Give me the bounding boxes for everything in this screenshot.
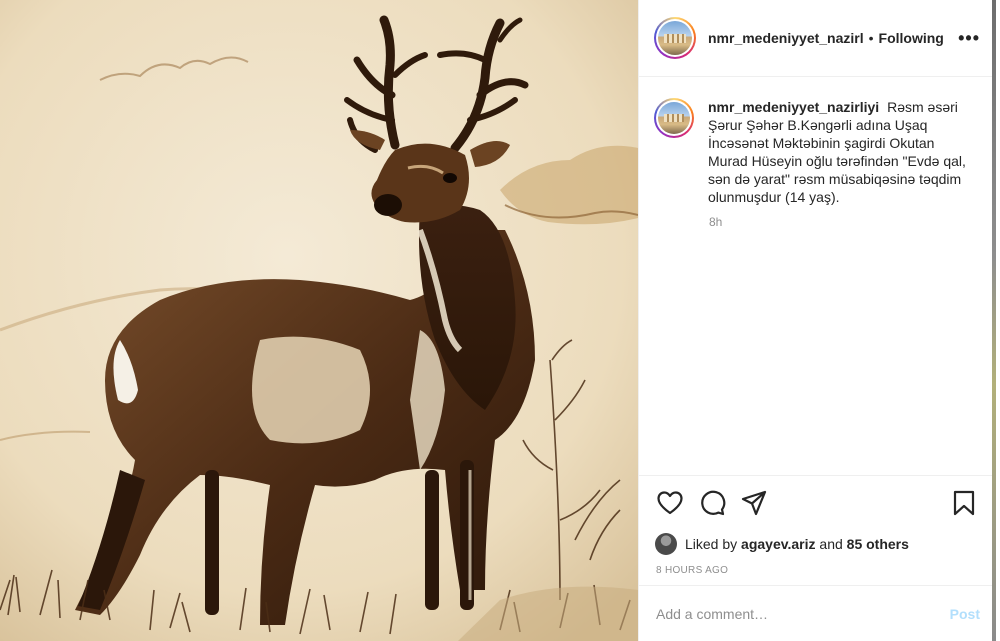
comment-icon[interactable] xyxy=(698,489,726,517)
comment-input[interactable] xyxy=(656,605,950,622)
likes-prefix: Liked by xyxy=(685,536,738,552)
post-side-panel: nmr_medeniyyet_nazirl • Following ••• nm… xyxy=(638,0,996,641)
bookmark-icon[interactable] xyxy=(950,489,978,517)
more-icon[interactable]: ••• xyxy=(958,28,980,49)
caption-username[interactable]: nmr_medeniyyet_nazirliyi xyxy=(708,99,879,115)
comment-form: Post xyxy=(639,585,996,641)
share-icon[interactable] xyxy=(740,489,768,517)
following-button[interactable]: Following xyxy=(879,30,944,46)
caption-text: nmr_medeniyyet_nazirliyi Rəsm əsəri Şəru… xyxy=(708,98,978,206)
comments-area: nmr_medeniyyet_nazirliyi Rəsm əsəri Şəru… xyxy=(639,77,996,475)
post-image-deer-pyrography[interactable] xyxy=(0,0,638,641)
likes-and: and xyxy=(819,536,843,552)
liker-username[interactable]: agayev.ariz xyxy=(741,536,815,552)
deer-artwork xyxy=(0,0,638,641)
post-header: nmr_medeniyyet_nazirl • Following ••• xyxy=(639,0,996,77)
likes-others-link[interactable]: 85 others xyxy=(847,536,909,552)
likes-row: Liked by agayev.ariz and 85 others xyxy=(639,529,996,559)
caption-time: 8h xyxy=(709,215,723,229)
author-username[interactable]: nmr_medeniyyet_nazirl xyxy=(708,30,864,46)
action-bar xyxy=(639,475,996,529)
caption: nmr_medeniyyet_nazirliyi Rəsm əsəri Şəru… xyxy=(654,98,980,206)
instagram-post: nmr_medeniyyet_nazirl • Following ••• nm… xyxy=(0,0,1000,641)
post-comment-button[interactable]: Post xyxy=(950,606,980,622)
background-edge xyxy=(992,0,996,641)
liker-avatar[interactable] xyxy=(655,533,677,555)
post-timestamp: 8 HOURS AGO xyxy=(656,565,729,576)
caption-avatar[interactable] xyxy=(654,98,694,138)
heart-icon[interactable] xyxy=(656,489,684,517)
author-avatar[interactable] xyxy=(654,17,696,59)
separator-dot: • xyxy=(868,30,874,46)
